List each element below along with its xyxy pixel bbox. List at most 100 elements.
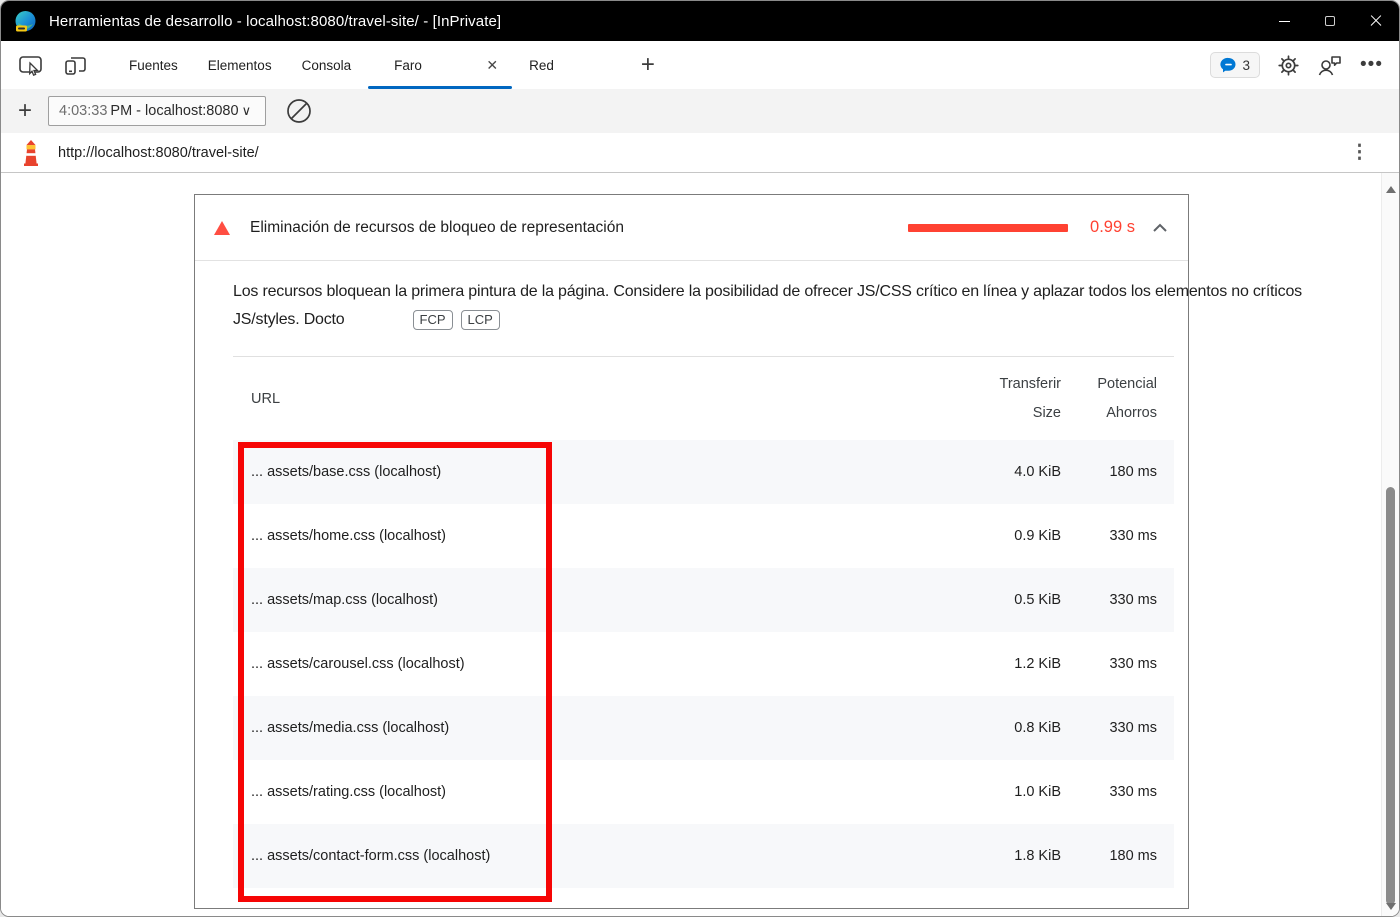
fcp-chip: FCP: [412, 310, 453, 330]
badge-count: 3: [1242, 57, 1251, 73]
audit-body: Los recursos bloquean la primera pintura…: [195, 261, 1302, 888]
row-transfer-size: 0.9 KiB: [1014, 528, 1061, 544]
maximize-icon: [1325, 16, 1335, 26]
close-icon: [1370, 15, 1382, 27]
row-transfer-size: 4.0 KiB: [1014, 464, 1061, 480]
warning-triangle-icon: [214, 220, 230, 235]
row-potential-savings: 330 ms: [1109, 720, 1157, 736]
report-target: PM - localhost:8080: [110, 103, 239, 119]
table-row: ... assets/home.css (localhost) 0.9 KiB 33…: [233, 504, 1174, 568]
tab-label: Elementos: [207, 57, 272, 73]
lcp-chip: LCP: [460, 310, 500, 330]
row-potential-savings: 330 ms: [1109, 592, 1157, 608]
tab-close-icon[interactable]: ✕: [482, 55, 502, 76]
audit-description-line1: Los recursos bloquean la primera pintura…: [233, 283, 1302, 300]
row-transfer-size: 0.5 KiB: [1014, 592, 1061, 608]
audit-description-line2: JS/styles. Docto: [233, 311, 345, 328]
settings-button[interactable]: [1277, 54, 1300, 77]
scroll-up-arrow-icon[interactable]: [1386, 186, 1396, 193]
col-header-potential-savings: Potencial Ahorros: [1061, 370, 1174, 428]
row-url-link[interactable]: ... assets/media.css (localhost): [251, 720, 946, 736]
inspect-element-button[interactable]: [18, 53, 44, 77]
chevron-down-icon: ∨: [241, 103, 252, 118]
close-button[interactable]: [1353, 1, 1399, 41]
row-url-link[interactable]: ... assets/base.css (localhost): [251, 464, 946, 480]
audit-table-header: URL Transferir Size Potencial Ahorros: [233, 356, 1174, 440]
lighthouse-run-toolbar: + 4:03:33 PM - localhost:8080 ∨: [1, 89, 1399, 133]
col-header-line: Size: [1032, 404, 1061, 421]
more-options-button[interactable]: •••: [1360, 54, 1383, 76]
send-feedback-icon: [1318, 55, 1341, 75]
device-emulation-button[interactable]: [62, 53, 88, 77]
table-row: ... assets/media.css (localhost) 0.8 KiB 3…: [233, 696, 1174, 760]
feedback-count-badge[interactable]: 3: [1209, 52, 1261, 78]
tab-elementos[interactable]: Elementos: [193, 41, 287, 89]
scroll-down-arrow-icon[interactable]: [1386, 903, 1396, 910]
edge-devtools-logo-icon: [14, 10, 37, 33]
metric-chips: FCP LCP: [412, 310, 500, 330]
gear-icon: [1278, 54, 1299, 76]
report-url: http://localhost:8080/travel-site/: [58, 144, 259, 161]
chat-bubble-icon: [1219, 57, 1236, 73]
row-url-link[interactable]: ... assets/carousel.css (localhost): [251, 656, 946, 672]
row-transfer-size: 1.8 KiB: [1014, 848, 1061, 864]
tab-label: Consola: [301, 57, 352, 73]
col-header-line: Transferir: [999, 375, 1062, 392]
col-header-url: URL: [251, 390, 281, 407]
collapse-button[interactable]: [1152, 223, 1168, 233]
report-url-bar: http://localhost:8080/travel-site/ ⋮: [1, 133, 1399, 173]
table-row: ... assets/contact-form.css (localhost) 1…: [233, 824, 1174, 888]
row-transfer-size: 0.8 KiB: [1014, 720, 1061, 736]
window-title: Herramientas de desarrollo - localhost:8…: [49, 12, 502, 30]
table-row: ... assets/base.css (localhost) 4.0 KiB 18…: [233, 440, 1174, 504]
clear-reports-button[interactable]: [285, 97, 313, 125]
tab-consola[interactable]: Consola: [287, 41, 367, 89]
col-header-transfer-size: Transferir Size: [946, 370, 1062, 428]
savings-bar: [908, 223, 1069, 232]
savings-value: 0.99 s: [1090, 218, 1135, 236]
row-potential-savings: 330 ms: [1109, 784, 1157, 800]
feedback-button[interactable]: [1317, 54, 1343, 77]
title-bar: Herramientas de desarrollo - localhost:8…: [1, 1, 1399, 41]
row-url-link[interactable]: ... assets/home.css (localhost): [251, 528, 946, 544]
audit-table-body: ... assets/base.css (localhost) 4.0 KiB 18…: [233, 440, 1174, 888]
tab-faro[interactable]: Faro ✕: [366, 41, 514, 89]
devtools-window: Herramientas de desarrollo - localhost:8…: [0, 0, 1400, 917]
tab-red[interactable]: Red: [514, 41, 569, 89]
audit-header[interactable]: Eliminación de recursos de bloqueo de re…: [195, 195, 1188, 261]
new-audit-button[interactable]: +: [18, 99, 32, 123]
row-transfer-size: 1.2 KiB: [1014, 656, 1061, 672]
maximize-button[interactable]: [1307, 1, 1353, 41]
devtools-tabbar: Fuentes Elementos Consola Faro ✕ Red + 3: [1, 41, 1399, 89]
scrollbar-thumb[interactable]: [1386, 487, 1395, 905]
add-tab-button[interactable]: +: [633, 53, 663, 77]
report-more-button[interactable]: ⋮: [1350, 141, 1369, 164]
minimize-icon: [1278, 20, 1290, 22]
table-row: ... assets/map.css (localhost) 0.5 KiB 330…: [233, 568, 1174, 632]
tab-label: Red: [529, 57, 554, 73]
minimize-button[interactable]: [1261, 1, 1307, 41]
row-transfer-size: 1.0 KiB: [1014, 784, 1061, 800]
table-row: ... assets/carousel.css (localhost) 1.2 K…: [233, 632, 1174, 696]
row-potential-savings: 180 ms: [1109, 848, 1157, 864]
chevron-up-icon: [1153, 223, 1167, 232]
row-url-link[interactable]: ... assets/map.css (localhost): [251, 592, 946, 608]
vertical-scrollbar[interactable]: [1381, 173, 1399, 916]
lighthouse-icon: [24, 139, 38, 166]
row-potential-savings: 180 ms: [1109, 464, 1157, 480]
audit-title: Eliminación de recursos de bloqueo de re…: [250, 218, 624, 236]
audit-card: Eliminación de recursos de bloqueo de re…: [194, 194, 1302, 909]
row-url-link[interactable]: ... assets/rating.css (localhost): [251, 784, 946, 800]
tab-label: Faro: [394, 57, 422, 73]
row-url-link[interactable]: ... assets/contact-form.css (localhost): [251, 848, 946, 864]
report-select[interactable]: 4:03:33 PM - localhost:8080 ∨: [48, 96, 267, 126]
report-time: 4:03:33: [59, 103, 108, 119]
audit-description-line2-row: JS/styles. Docto FCP LCP: [233, 310, 1188, 330]
tab-label: Fuentes: [129, 57, 178, 73]
row-potential-savings: 330 ms: [1109, 528, 1157, 544]
report-content: Eliminación de recursos de bloqueo de re…: [1, 173, 1399, 916]
tab-fuentes[interactable]: Fuentes: [114, 41, 193, 89]
tabbar-right-cluster: 3 •••: [1209, 41, 1399, 89]
audit-table: URL Transferir Size Potencial Ahorros ..…: [233, 356, 1174, 888]
block-icon: [287, 99, 311, 123]
